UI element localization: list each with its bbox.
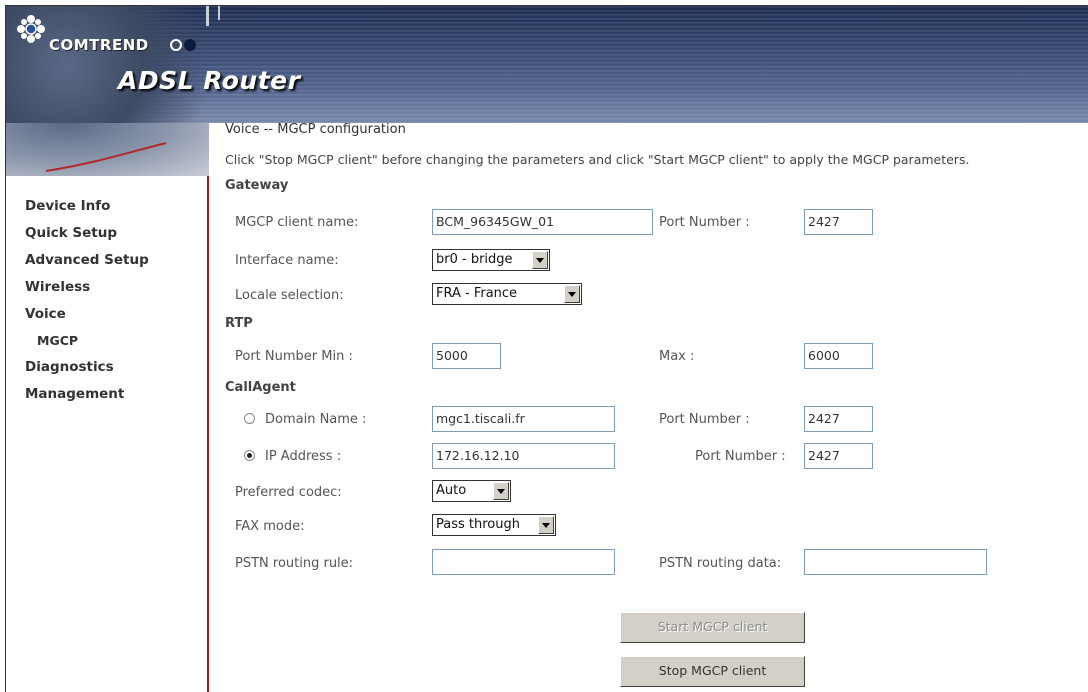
interface-value: br0 - bridge [436,252,513,267]
gateway-port-label: Port Number : [659,215,750,230]
logo-dots-icon [170,39,196,51]
nav-device-info[interactable]: Device Info [25,197,149,224]
locale-value: FRA - France [436,286,518,301]
chevron-down-icon[interactable] [564,285,580,303]
nav-quick-setup[interactable]: Quick Setup [25,224,149,251]
nav-management[interactable]: Management [25,385,149,412]
ip-radio[interactable] [244,450,255,461]
rtp-max-label: Max : [659,349,695,364]
page-title: Voice -- MGCP configuration [225,122,406,137]
sidebar-art [6,123,209,176]
rtp-max-input[interactable]: 6000 [804,343,873,369]
brand-logo: COMTREND [49,36,149,54]
nav-diagnostics[interactable]: Diagnostics [25,358,149,385]
rtp-min-label: Port Number Min : [235,349,353,364]
callagent-heading: CallAgent [225,380,296,395]
header-banner: COMTREND ADSL Router [6,6,1088,123]
fax-select[interactable]: Pass through [432,514,556,536]
pstn-data-label: PSTN routing data: [659,556,782,571]
swoosh-graphic [45,142,167,172]
ip-port-label: Port Number : [695,449,786,464]
pstn-data-input[interactable] [804,549,987,575]
nav-wireless[interactable]: Wireless [25,278,149,305]
start-mgcp-button[interactable]: Start MGCP client [620,612,805,643]
domain-radio[interactable] [244,413,255,424]
fax-label: FAX mode: [235,519,305,534]
nav-voice[interactable]: Voice [25,305,149,332]
stop-mgcp-button[interactable]: Stop MGCP client [620,656,805,687]
gateway-port-input[interactable]: 2427 [804,209,873,235]
flower-logo-icon [17,15,45,43]
ip-label: IP Address : [265,449,342,464]
nav-mgcp[interactable]: MGCP [25,332,149,358]
client-name-input[interactable]: BCM_96345GW_01 [432,209,653,235]
router-frame: COMTREND ADSL Router [5,5,1088,692]
codec-select[interactable]: Auto [432,480,511,502]
domain-label: Domain Name : [265,412,367,427]
fax-value: Pass through [436,517,520,532]
nav-advanced-setup[interactable]: Advanced Setup [25,251,149,278]
ip-port-input[interactable]: 2427 [804,443,873,469]
rtp-min-input[interactable]: 5000 [432,343,501,369]
domain-input[interactable]: mgc1.tiscali.fr [432,406,615,432]
banner-decor [206,6,209,26]
domain-port-input[interactable]: 2427 [804,406,873,432]
locale-select[interactable]: FRA - France [432,283,582,305]
page-description: Click "Stop MGCP client" before changing… [225,152,970,167]
chevron-down-icon[interactable] [532,251,548,269]
ip-input[interactable]: 172.16.12.10 [432,443,615,469]
domain-port-label: Port Number : [659,412,750,427]
client-name-label: MGCP client name: [235,215,359,230]
codec-value: Auto [436,483,467,498]
product-name: ADSL Router [118,66,301,95]
chevron-down-icon[interactable] [538,516,554,534]
banner-decor [218,6,220,20]
sidebar-nav: Device Info Quick Setup Advanced Setup W… [25,197,149,412]
codec-label: Preferred codec: [235,485,342,500]
gateway-heading: Gateway [225,178,289,193]
interface-select[interactable]: br0 - bridge [432,249,550,271]
pstn-rule-label: PSTN routing rule: [235,556,354,571]
rtp-heading: RTP [225,316,253,331]
interface-label: Interface name: [235,253,339,268]
chevron-down-icon[interactable] [493,482,509,500]
locale-label: Locale selection: [235,288,344,303]
pstn-rule-input[interactable] [432,549,615,575]
